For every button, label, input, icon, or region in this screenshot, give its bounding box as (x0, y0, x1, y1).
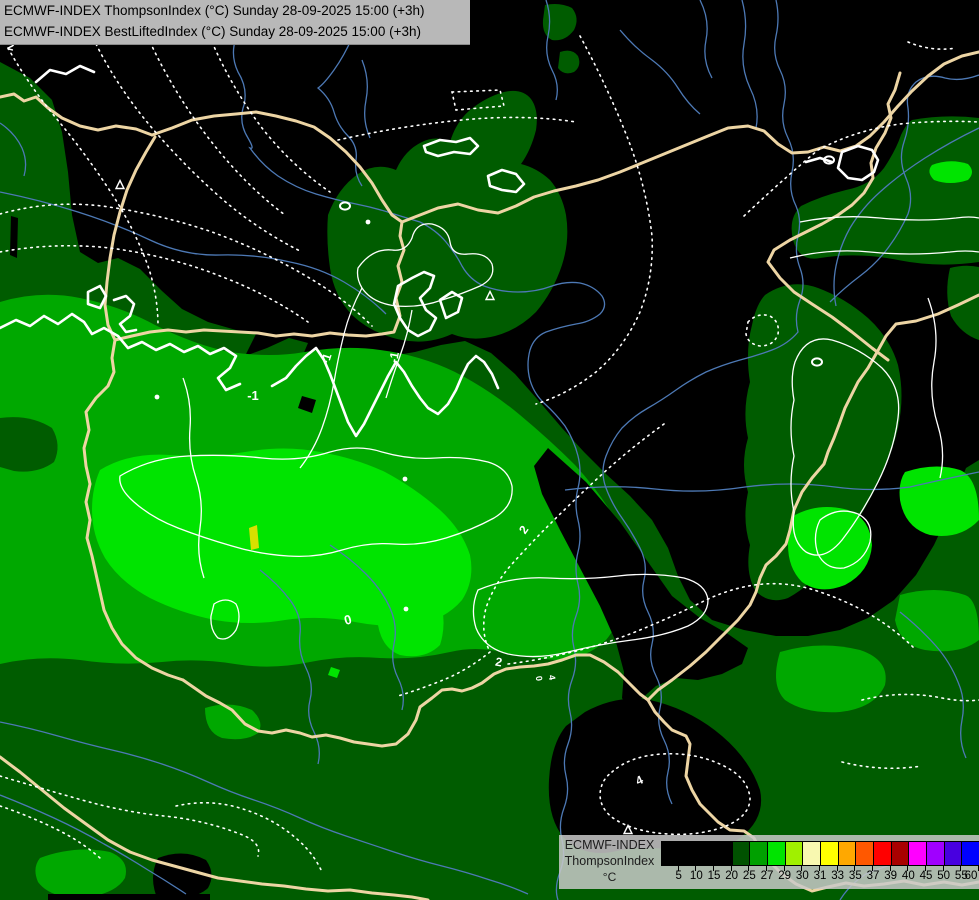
legend-box: ECMWF-INDEX ThompsonIndex °C 51015202527… (559, 835, 979, 889)
legend-parameter-label: ThompsonIndex (559, 853, 660, 869)
legend-color-cell (891, 841, 909, 866)
legend-unit-label: °C (559, 869, 660, 885)
legend-color-cell (944, 841, 962, 866)
legend-product-label: ECMWF-INDEX (559, 837, 660, 853)
legend-color-cell (961, 841, 979, 866)
dot-marker (155, 395, 160, 400)
dot-marker (404, 607, 409, 612)
legend-color-cell (820, 841, 838, 866)
fill-level-bright-shape (929, 161, 972, 183)
black-regions-shape (10, 216, 18, 258)
title-line-bestlifted: ECMWF-INDEX BestLiftedIndex (°C) Sunday … (0, 21, 470, 42)
legend-color-cell (838, 841, 856, 866)
fill-level-dark-shape (558, 51, 579, 74)
dot-marker (403, 477, 408, 482)
legend-color-cell (732, 841, 750, 866)
legend-color-cell (661, 841, 679, 866)
legend-color-cell (767, 841, 785, 866)
weather-map: -1-1-10222404 (0, 0, 979, 900)
title-line-thompson: ECMWF-INDEX ThompsonIndex (°C) Sunday 28… (0, 0, 470, 21)
legend-color-cell (785, 841, 803, 866)
legend-color-cell (696, 841, 714, 866)
weather-map-screen: -1-1-10222404 ECMWF-INDEX ThompsonIndex … (0, 0, 979, 900)
legend-color-cell (714, 841, 732, 866)
legend-color-scale (661, 841, 979, 866)
contour-label: -1 (247, 388, 259, 403)
title-bar: ECMWF-INDEX ThompsonIndex (°C) Sunday 28… (0, 0, 470, 45)
dot-marker (366, 220, 371, 225)
legend-title-block: ECMWF-INDEX ThompsonIndex °C (559, 837, 660, 885)
legend-color-cell (926, 841, 944, 866)
black-regions-shape (48, 894, 210, 900)
legend-color-cell (855, 841, 873, 866)
legend-color-cell (679, 841, 697, 866)
legend-tick-label: 60 (959, 870, 979, 882)
legend-color-cell (873, 841, 891, 866)
fill-level-medium-shape (776, 645, 886, 712)
legend-color-cell (802, 841, 820, 866)
legend-color-cell (908, 841, 926, 866)
legend-color-cell (749, 841, 767, 866)
